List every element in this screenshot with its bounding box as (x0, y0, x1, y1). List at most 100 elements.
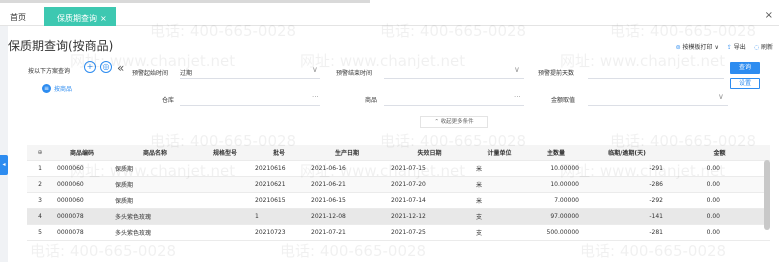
cell-code: 0000060 (53, 176, 111, 193)
refresh-icon: ◌ (753, 44, 760, 51)
tab-home[interactable]: 首页 (10, 12, 26, 23)
list-icon: ≡ (42, 84, 51, 93)
export-button[interactable]: ⇪ 导出 (727, 42, 746, 51)
cell-batch: 20210621 (251, 176, 307, 193)
cell-expiry-date: 2021-12-12 (387, 208, 472, 225)
cell-name: 保质期 (111, 176, 199, 193)
col-header-production-date[interactable]: 生产日期 (307, 145, 387, 161)
product-label: 商品 (365, 97, 378, 104)
cell-unit: 支 (472, 224, 527, 241)
scheme-by-product[interactable]: ≡ 按商品 (42, 84, 72, 93)
col-header-days[interactable]: 临期/逾期(天) (585, 145, 669, 161)
tab-close-icon[interactable]: × (100, 14, 107, 23)
table-header-row: ⊕ 商品编码 商品名称 规格型号 批号 生产日期 失效日期 计量单位 主数量 临… (27, 145, 770, 161)
col-header-amount[interactable]: 金额 (669, 145, 770, 161)
warn-start-label: 预警起始时间 (132, 70, 169, 77)
cell-name: 保质期 (111, 192, 199, 209)
cell-days: -292 (585, 192, 669, 209)
cell-spec (199, 224, 251, 241)
results-table: ⊕ 商品编码 商品名称 规格型号 批号 生产日期 失效日期 计量单位 主数量 临… (27, 145, 770, 241)
cell-amount: 0.00 (669, 176, 770, 193)
warehouse-picker-icon[interactable]: ··· (312, 93, 319, 101)
row-index: 3 (27, 192, 53, 209)
row-index: 2 (27, 176, 53, 193)
collapse-panel-icon[interactable]: « (117, 61, 124, 75)
col-header-spec[interactable]: 规格型号 (199, 145, 251, 161)
cell-spec (199, 208, 251, 225)
cell-quantity: 10.00000 (527, 176, 585, 193)
toolbar-actions: ⊜ 按模板打印 ∨ ⇪ 导出 ◌ 刷新 (676, 42, 773, 51)
warn-end-field[interactable] (384, 78, 524, 79)
table-row[interactable]: 3 0000060 保质期 20210615 2021-06-15 2021-0… (27, 192, 770, 209)
tab-shelf-life-query[interactable]: 保质期查询 × (44, 7, 116, 26)
row-index: 1 (27, 160, 53, 177)
warehouse-field[interactable] (180, 105, 320, 106)
chevron-down-icon[interactable]: ∨ (514, 65, 520, 74)
cell-amount: 0.00 (669, 192, 770, 209)
side-panel-toggle[interactable]: ◂ (0, 155, 8, 175)
cell-unit: 支 (472, 208, 527, 225)
refresh-button[interactable]: ◌ 刷新 (754, 42, 773, 51)
cell-unit: 米 (472, 192, 527, 209)
product-field[interactable] (384, 105, 524, 106)
cell-batch: 20210615 (251, 192, 307, 209)
cell-production-date: 2021-06-21 (307, 176, 387, 193)
window-close-icon[interactable]: × (765, 10, 773, 21)
settings-button[interactable]: 设置 (730, 78, 760, 89)
table-scrollbar[interactable] (764, 160, 770, 230)
search-button[interactable]: 查询 (730, 62, 760, 74)
col-header-code[interactable]: 商品编码 (53, 145, 111, 161)
cell-batch: 20210616 (251, 160, 307, 177)
warn-days-field[interactable] (588, 78, 724, 79)
cell-days: -281 (585, 224, 669, 241)
col-header-name[interactable]: 商品名称 (111, 145, 199, 161)
cell-quantity: 500.00000 (527, 224, 585, 241)
table-row[interactable]: 4 0000078 多头紫色玫瑰 1 2021-12-08 2021-12-12… (27, 208, 770, 225)
col-header-quantity[interactable]: 主数量 (527, 145, 585, 161)
cell-unit: 米 (472, 176, 527, 193)
cell-quantity: 97.00000 (527, 208, 585, 225)
cell-expiry-date: 2021-07-15 (387, 160, 472, 177)
cell-amount: 0.00 (669, 160, 770, 177)
cell-amount: 0.00 (669, 224, 770, 241)
amount-label: 金额取值 (551, 97, 576, 104)
warn-start-select[interactable]: 过期 (180, 68, 192, 77)
column-settings-icon[interactable]: ⊕ (27, 145, 53, 161)
col-header-unit[interactable]: 计量单位 (472, 145, 527, 161)
row-index: 4 (27, 208, 53, 225)
product-picker-icon[interactable]: ··· (514, 93, 521, 101)
table-row[interactable]: 1 0000060 保质期 20210616 2021-06-16 2021-0… (27, 160, 770, 177)
cell-days: -141 (585, 208, 669, 225)
add-scheme-icon[interactable]: + (84, 61, 96, 73)
query-scheme-label: 按以下方案查询 (28, 68, 71, 75)
warn-end-label: 预警结束时间 (336, 70, 373, 77)
cell-production-date: 2021-06-16 (307, 160, 387, 177)
table-row[interactable]: 5 0000078 多头紫色玫瑰 20210723 2021-07-21 202… (27, 224, 770, 241)
export-icon: ⇪ (726, 44, 732, 51)
cell-batch: 1 (251, 208, 307, 225)
cell-production-date: 2021-06-15 (307, 192, 387, 209)
col-header-expiry-date[interactable]: 失效日期 (387, 145, 472, 161)
chevron-down-icon[interactable]: ∨ (312, 65, 318, 74)
cell-expiry-date: 2021-07-20 (387, 176, 472, 193)
cell-code: 0000078 (53, 208, 111, 225)
col-header-batch[interactable]: 批号 (251, 145, 307, 161)
chevron-down-icon[interactable]: ∨ (718, 92, 724, 101)
cell-name: 保质期 (111, 160, 199, 177)
cell-code: 0000060 (53, 160, 111, 177)
table-row[interactable]: 2 0000060 保质期 20210621 2021-06-21 2021-0… (27, 176, 770, 193)
cell-batch: 20210723 (251, 224, 307, 241)
cell-days: -286 (585, 176, 669, 193)
cell-spec (199, 192, 251, 209)
cell-quantity: 7.00000 (527, 192, 585, 209)
tab-bar: 首页 保质期查询 × × (0, 0, 779, 26)
collapse-more-conditions-button[interactable]: ⌃ 收起更多条件 (420, 116, 488, 128)
scheme-settings-icon[interactable]: ◎ (100, 61, 112, 73)
cell-expiry-date: 2021-07-14 (387, 192, 472, 209)
amount-select[interactable] (588, 105, 728, 106)
cell-code: 0000060 (53, 192, 111, 209)
print-template-button[interactable]: ⊜ 按模板打印 ∨ (676, 42, 719, 51)
cell-spec (199, 176, 251, 193)
warn-days-label: 预警提前天数 (538, 70, 575, 77)
cell-production-date: 2021-07-21 (307, 224, 387, 241)
